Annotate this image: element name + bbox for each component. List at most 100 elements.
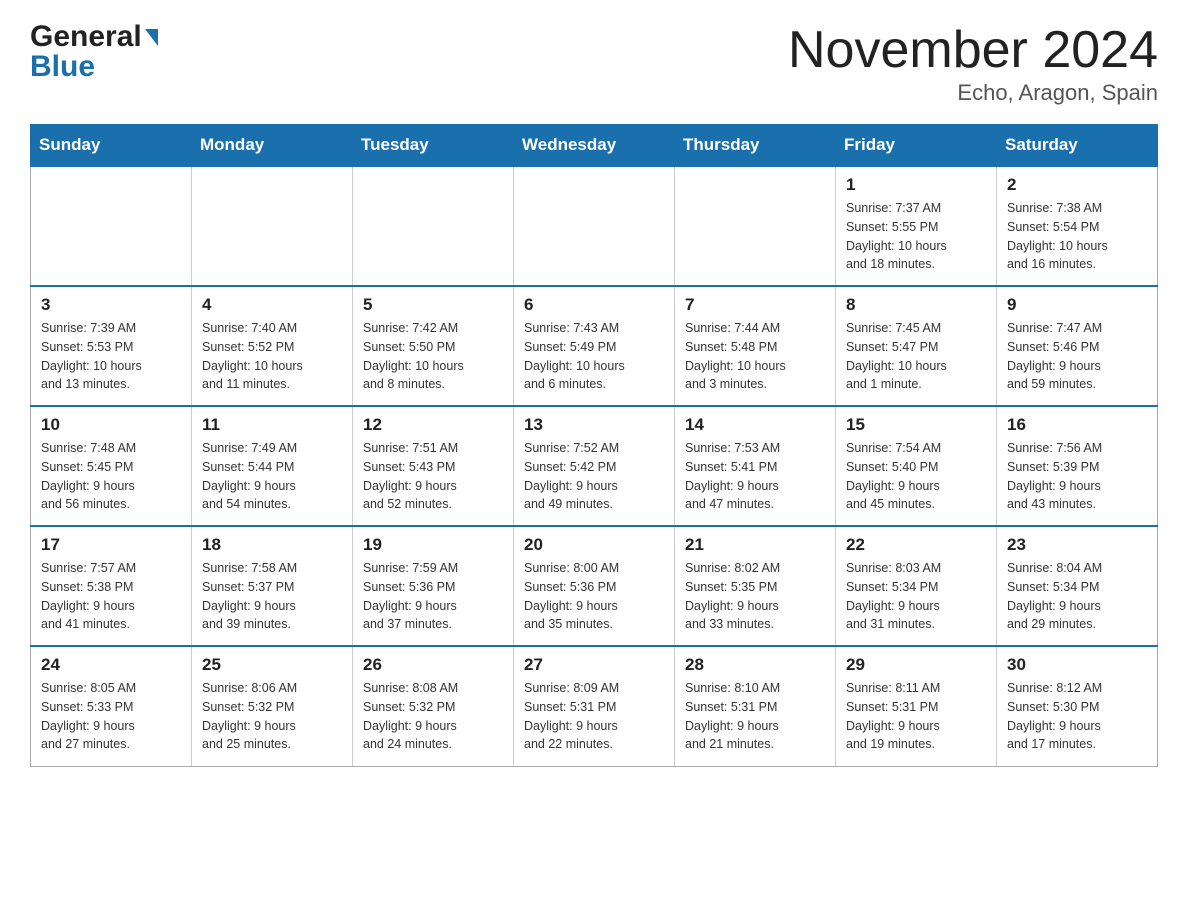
day-number: 6 xyxy=(524,295,664,315)
day-info: Sunrise: 8:11 AMSunset: 5:31 PMDaylight:… xyxy=(846,679,986,754)
day-info: Sunrise: 7:49 AMSunset: 5:44 PMDaylight:… xyxy=(202,439,342,514)
day-info: Sunrise: 7:44 AMSunset: 5:48 PMDaylight:… xyxy=(685,319,825,394)
day-number: 14 xyxy=(685,415,825,435)
calendar-week-row: 24Sunrise: 8:05 AMSunset: 5:33 PMDayligh… xyxy=(31,646,1158,766)
day-number: 8 xyxy=(846,295,986,315)
calendar-cell xyxy=(514,166,675,286)
calendar-cell: 7 Sunrise: 7:44 AMSunset: 5:48 PMDaylight… xyxy=(675,286,836,406)
day-number: 11 xyxy=(202,415,342,435)
weekday-header-monday: Monday xyxy=(192,125,353,167)
day-number: 23 xyxy=(1007,535,1147,555)
day-number: 27 xyxy=(524,655,664,675)
day-number: 10 xyxy=(41,415,181,435)
day-number: 30 xyxy=(1007,655,1147,675)
calendar-cell: 11 Sunrise: 7:49 AMSunset: 5:44 PMDayligh… xyxy=(192,406,353,526)
day-info: Sunrise: 7:47 AMSunset: 5:46 PMDaylight:… xyxy=(1007,319,1147,394)
calendar-cell: 20 Sunrise: 8:00 AMSunset: 5:36 PMDayligh… xyxy=(514,526,675,646)
logo-triangle-icon xyxy=(145,29,158,46)
calendar-cell: 5Sunrise: 7:42 AMSunset: 5:50 PMDaylight… xyxy=(353,286,514,406)
location: Echo, Aragon, Spain xyxy=(788,80,1158,106)
logo: General Blue xyxy=(30,20,158,84)
calendar-cell: 28 Sunrise: 8:10 AMSunset: 5:31 PMDayligh… xyxy=(675,646,836,766)
day-info: Sunrise: 7:45 AMSunset: 5:47 PMDaylight:… xyxy=(846,319,986,394)
day-info: Sunrise: 7:59 AMSunset: 5:36 PMDaylight:… xyxy=(363,559,503,634)
calendar-week-row: 3Sunrise: 7:39 AMSunset: 5:53 PMDaylight… xyxy=(31,286,1158,406)
day-info: Sunrise: 7:57 AMSunset: 5:38 PMDaylight:… xyxy=(41,559,181,634)
day-number: 7 xyxy=(685,295,825,315)
day-info: Sunrise: 8:09 AMSunset: 5:31 PMDaylight:… xyxy=(524,679,664,754)
day-number: 16 xyxy=(1007,415,1147,435)
calendar-cell xyxy=(675,166,836,286)
day-number: 25 xyxy=(202,655,342,675)
day-number: 21 xyxy=(685,535,825,555)
day-info: Sunrise: 8:12 AMSunset: 5:30 PMDaylight:… xyxy=(1007,679,1147,754)
day-number: 20 xyxy=(524,535,664,555)
calendar-cell: 29 Sunrise: 8:11 AMSunset: 5:31 PMDayligh… xyxy=(836,646,997,766)
calendar-cell xyxy=(192,166,353,286)
calendar-cell: 2 Sunrise: 7:38 AMSunset: 5:54 PMDaylight… xyxy=(997,166,1158,286)
calendar-week-row: 17Sunrise: 7:57 AMSunset: 5:38 PMDayligh… xyxy=(31,526,1158,646)
calendar-cell: 10 Sunrise: 7:48 AMSunset: 5:45 PMDayligh… xyxy=(31,406,192,526)
day-number: 28 xyxy=(685,655,825,675)
calendar-cell: 17Sunrise: 7:57 AMSunset: 5:38 PMDayligh… xyxy=(31,526,192,646)
calendar-week-row: 10 Sunrise: 7:48 AMSunset: 5:45 PMDayligh… xyxy=(31,406,1158,526)
weekday-header-thursday: Thursday xyxy=(675,125,836,167)
weekday-header-saturday: Saturday xyxy=(997,125,1158,167)
weekday-header-wednesday: Wednesday xyxy=(514,125,675,167)
weekday-header-tuesday: Tuesday xyxy=(353,125,514,167)
calendar-cell xyxy=(31,166,192,286)
day-info: Sunrise: 7:43 AMSunset: 5:49 PMDaylight:… xyxy=(524,319,664,394)
calendar-cell: 26Sunrise: 8:08 AMSunset: 5:32 PMDayligh… xyxy=(353,646,514,766)
calendar-cell: 8 Sunrise: 7:45 AMSunset: 5:47 PMDaylight… xyxy=(836,286,997,406)
calendar-cell: 6 Sunrise: 7:43 AMSunset: 5:49 PMDaylight… xyxy=(514,286,675,406)
day-info: Sunrise: 7:58 AMSunset: 5:37 PMDaylight:… xyxy=(202,559,342,634)
calendar-cell: 9Sunrise: 7:47 AMSunset: 5:46 PMDaylight… xyxy=(997,286,1158,406)
calendar-cell: 14 Sunrise: 7:53 AMSunset: 5:41 PMDayligh… xyxy=(675,406,836,526)
calendar-week-row: 1 Sunrise: 7:37 AMSunset: 5:55 PMDaylight… xyxy=(31,166,1158,286)
calendar-cell: 23 Sunrise: 8:04 AMSunset: 5:34 PMDayligh… xyxy=(997,526,1158,646)
calendar-table: SundayMondayTuesdayWednesdayThursdayFrid… xyxy=(30,124,1158,767)
calendar-cell: 3Sunrise: 7:39 AMSunset: 5:53 PMDaylight… xyxy=(31,286,192,406)
day-info: Sunrise: 8:03 AMSunset: 5:34 PMDaylight:… xyxy=(846,559,986,634)
calendar-cell: 19 Sunrise: 7:59 AMSunset: 5:36 PMDayligh… xyxy=(353,526,514,646)
day-number: 24 xyxy=(41,655,181,675)
day-info: Sunrise: 7:51 AMSunset: 5:43 PMDaylight:… xyxy=(363,439,503,514)
day-number: 2 xyxy=(1007,175,1147,195)
day-number: 29 xyxy=(846,655,986,675)
day-info: Sunrise: 7:53 AMSunset: 5:41 PMDaylight:… xyxy=(685,439,825,514)
day-info: Sunrise: 7:48 AMSunset: 5:45 PMDaylight:… xyxy=(41,439,181,514)
day-info: Sunrise: 7:38 AMSunset: 5:54 PMDaylight:… xyxy=(1007,199,1147,274)
calendar-cell: 30 Sunrise: 8:12 AMSunset: 5:30 PMDayligh… xyxy=(997,646,1158,766)
day-info: Sunrise: 8:04 AMSunset: 5:34 PMDaylight:… xyxy=(1007,559,1147,634)
day-info: Sunrise: 8:10 AMSunset: 5:31 PMDaylight:… xyxy=(685,679,825,754)
weekday-header-friday: Friday xyxy=(836,125,997,167)
calendar-cell: 18Sunrise: 7:58 AMSunset: 5:37 PMDayligh… xyxy=(192,526,353,646)
calendar-cell: 12Sunrise: 7:51 AMSunset: 5:43 PMDayligh… xyxy=(353,406,514,526)
day-info: Sunrise: 7:54 AMSunset: 5:40 PMDaylight:… xyxy=(846,439,986,514)
calendar-cell: 25 Sunrise: 8:06 AMSunset: 5:32 PMDayligh… xyxy=(192,646,353,766)
day-info: Sunrise: 8:00 AMSunset: 5:36 PMDaylight:… xyxy=(524,559,664,634)
day-number: 5 xyxy=(363,295,503,315)
calendar-cell: 21Sunrise: 8:02 AMSunset: 5:35 PMDayligh… xyxy=(675,526,836,646)
page-header: General Blue November 2024 Echo, Aragon,… xyxy=(30,20,1158,106)
calendar-cell: 16Sunrise: 7:56 AMSunset: 5:39 PMDayligh… xyxy=(997,406,1158,526)
day-info: Sunrise: 8:06 AMSunset: 5:32 PMDaylight:… xyxy=(202,679,342,754)
day-number: 3 xyxy=(41,295,181,315)
logo-general-text: General xyxy=(30,20,142,54)
day-number: 26 xyxy=(363,655,503,675)
day-number: 13 xyxy=(524,415,664,435)
calendar-cell xyxy=(353,166,514,286)
calendar-cell: 15 Sunrise: 7:54 AMSunset: 5:40 PMDayligh… xyxy=(836,406,997,526)
calendar-cell: 24Sunrise: 8:05 AMSunset: 5:33 PMDayligh… xyxy=(31,646,192,766)
calendar-cell: 1 Sunrise: 7:37 AMSunset: 5:55 PMDaylight… xyxy=(836,166,997,286)
day-info: Sunrise: 7:52 AMSunset: 5:42 PMDaylight:… xyxy=(524,439,664,514)
day-number: 15 xyxy=(846,415,986,435)
day-number: 19 xyxy=(363,535,503,555)
month-title: November 2024 xyxy=(788,20,1158,80)
logo-blue-text: Blue xyxy=(30,50,95,84)
day-info: Sunrise: 7:37 AMSunset: 5:55 PMDaylight:… xyxy=(846,199,986,274)
weekday-header-row: SundayMondayTuesdayWednesdayThursdayFrid… xyxy=(31,125,1158,167)
day-info: Sunrise: 7:40 AMSunset: 5:52 PMDaylight:… xyxy=(202,319,342,394)
day-number: 1 xyxy=(846,175,986,195)
calendar-cell: 4Sunrise: 7:40 AMSunset: 5:52 PMDaylight… xyxy=(192,286,353,406)
